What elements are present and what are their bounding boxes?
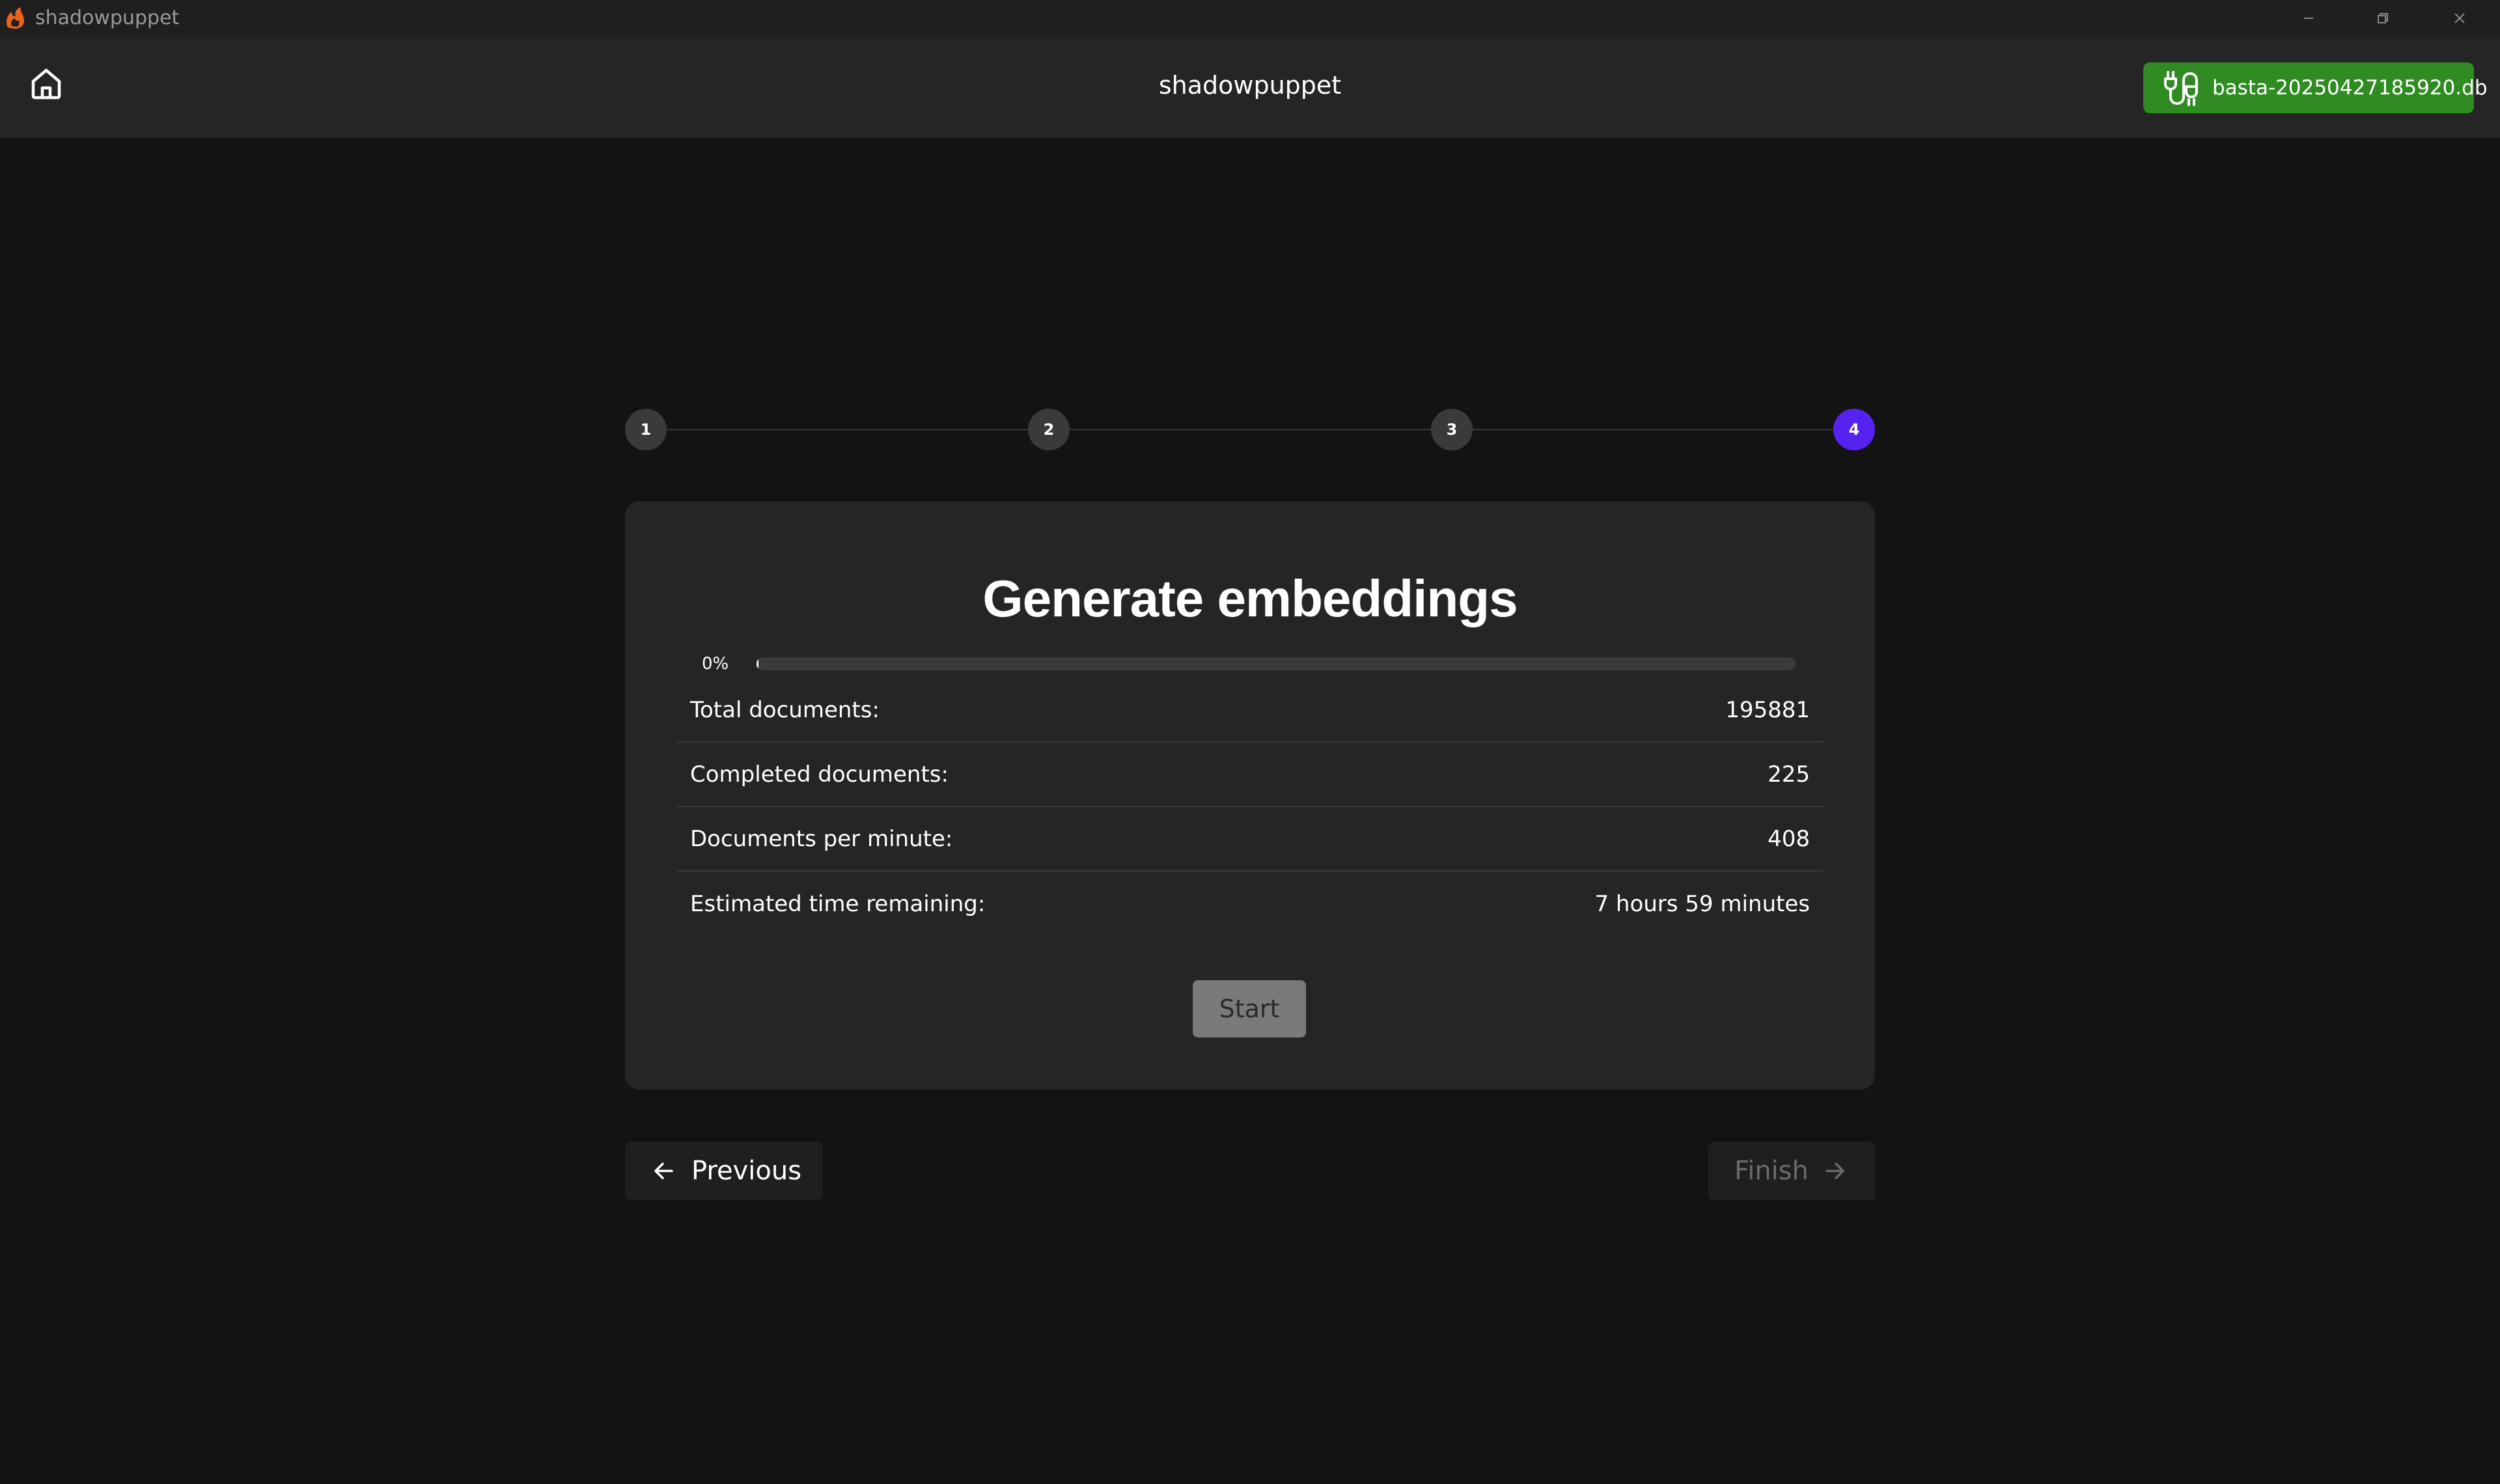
stat-label: Documents per minute: — [690, 825, 953, 852]
stat-label: Completed documents: — [690, 761, 949, 788]
database-name: basta-20250427185920.db — [2212, 76, 2488, 100]
stat-value: 7 hours 59 minutes — [1594, 890, 1810, 917]
stat-row-total-documents: Total documents: 195881 — [677, 678, 1823, 743]
stat-value: 408 — [1768, 825, 1810, 852]
stat-label: Total documents: — [690, 696, 880, 723]
embeddings-card: Generate embeddings 0% Total documents: … — [625, 501, 1875, 1090]
restore-icon — [2378, 13, 2388, 23]
step-4[interactable]: 4 — [1833, 409, 1875, 450]
card-title: Generate embeddings — [982, 570, 1518, 627]
minimize-icon — [2304, 18, 2313, 19]
flame-logo-icon — [7, 7, 25, 29]
stat-row-estimated-time: Estimated time remaining: 7 hours 59 min… — [677, 872, 1823, 936]
progress-percent: 0% — [702, 654, 729, 674]
window-titlebar: shadowpuppet — [0, 0, 2500, 36]
window-title: shadowpuppet — [35, 7, 180, 29]
restore-button[interactable] — [2346, 0, 2419, 36]
finish-button[interactable]: Finish — [1708, 1142, 1875, 1200]
previous-button[interactable]: Previous — [625, 1142, 823, 1200]
progress-bar — [757, 657, 1796, 670]
stepper-track — [646, 429, 1854, 430]
arrow-right-icon — [1826, 1162, 1844, 1179]
stat-row-completed-documents: Completed documents: 225 — [677, 743, 1823, 807]
progress-fill — [757, 657, 758, 670]
stat-value: 225 — [1768, 761, 1810, 788]
arrow-left-icon — [654, 1162, 673, 1179]
home-icon — [31, 68, 61, 100]
step-1[interactable]: 1 — [625, 409, 667, 450]
stat-row-documents-per-minute: Documents per minute: 408 — [677, 807, 1823, 872]
minimize-button[interactable] — [2272, 0, 2345, 36]
close-button[interactable] — [2423, 0, 2496, 36]
previous-label: Previous — [691, 1156, 802, 1186]
stat-value: 195881 — [1725, 696, 1810, 723]
step-3[interactable]: 3 — [1431, 409, 1473, 450]
home-button[interactable] — [23, 61, 69, 107]
stepper: 1 2 3 4 — [625, 409, 1875, 450]
plug-icon — [2164, 71, 2198, 106]
database-badge[interactable]: basta-20250427185920.db — [2143, 62, 2488, 113]
app-header: shadowpuppet basta-20250427185920.db — [0, 36, 2500, 138]
stats-table: Total documents: 195881 Completed docume… — [677, 678, 1823, 936]
page-title: shadowpuppet — [1158, 71, 1342, 100]
step-2[interactable]: 2 — [1028, 409, 1070, 450]
start-button[interactable]: Start — [1193, 980, 1306, 1037]
stat-label: Estimated time remaining: — [690, 890, 986, 917]
close-icon — [2454, 13, 2465, 23]
finish-label: Finish — [1734, 1156, 1809, 1186]
